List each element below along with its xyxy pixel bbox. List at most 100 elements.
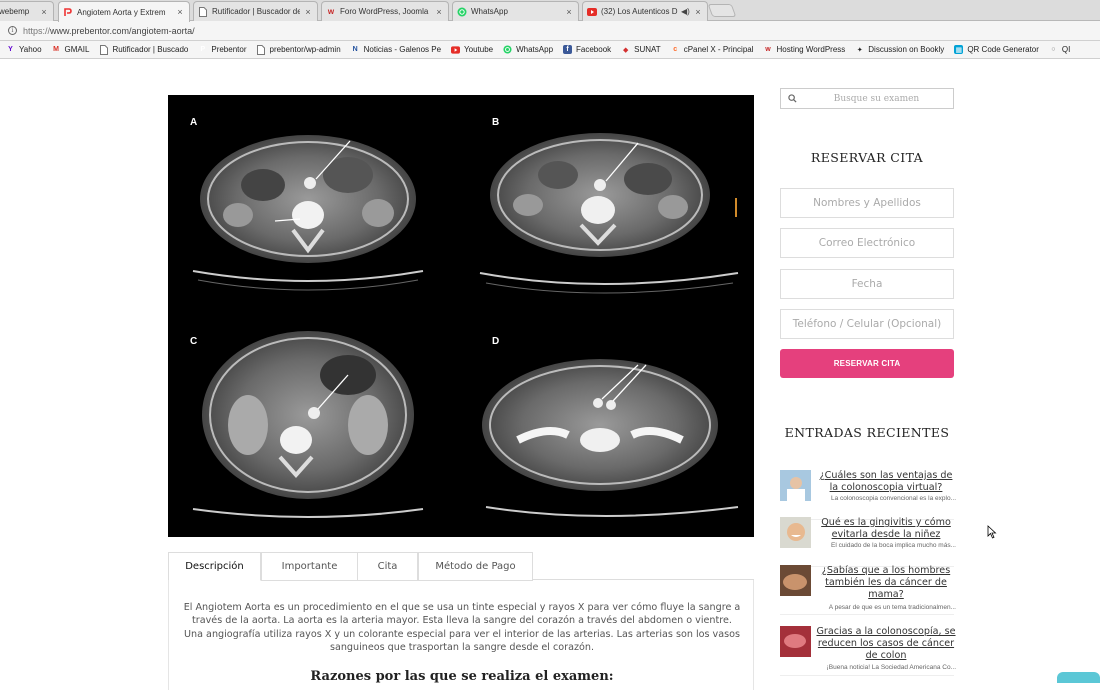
ct-scan-illustration (192, 133, 739, 518)
info-icon[interactable]: i (8, 26, 17, 35)
recent-post-4[interactable]: Gracias a la colonoscopía, se reducen lo… (780, 626, 956, 676)
bookmark-4[interactable]: prebentor/wp-admin (257, 44, 341, 55)
browser-tab-2[interactable]: Angiotem Aorta y Extrem × (58, 1, 190, 22)
youtube-icon (587, 7, 597, 17)
post-title[interactable]: Gracias a la colonoscopía, se reducen lo… (816, 626, 956, 662)
bookmark-9[interactable]: ◆ SUNAT (621, 45, 661, 54)
page-body: A B C D Descripción Importante Cita Méto… (0, 60, 1100, 690)
youtube-icon (451, 45, 461, 54)
name-field[interactable]: Nombres y Apellidos (780, 188, 954, 218)
bookmark-1[interactable]: M GMAIL (52, 45, 89, 54)
recent-post-3[interactable]: ¿Sabías que a los hombres también les da… (780, 565, 956, 615)
post-excerpt: La colonoscopia convencional es la explo… (830, 495, 956, 502)
page-icon (257, 44, 266, 55)
browser-tab-1[interactable]: webemp × (0, 1, 54, 21)
speaker-icon[interactable]: ◀) (681, 7, 690, 16)
search-input[interactable]: Busque su examen (800, 94, 953, 104)
phone-field[interactable]: Teléfono / Celular (Opcional) (780, 309, 954, 339)
browser-tab-6[interactable]: (32) Los Autenticos D ◀) × (582, 1, 708, 21)
bookmark-7[interactable]: WhatsApp (503, 45, 553, 54)
news-icon: N (352, 46, 358, 53)
sunat-icon: ◆ (622, 46, 629, 54)
tab-label: webemp (0, 7, 30, 16)
bookmark-10[interactable]: c cPanel X - Principal (671, 45, 754, 54)
bookmark-0[interactable]: Y Yahoo (6, 45, 41, 54)
bookmark-label: SUNAT (634, 45, 661, 54)
tab-label: WhatsApp (471, 7, 508, 16)
panel-label-a: A (190, 117, 198, 128)
search-icon (788, 90, 800, 108)
reserve-title: RESERVAR CITA (810, 150, 924, 165)
bookmark-label: Youtube (464, 45, 494, 54)
post-title[interactable]: ¿Sabías que a los hombres también les da… (816, 565, 956, 601)
recent-post-1[interactable]: ¿Cuáles son las ventajas de la colonosco… (780, 470, 956, 520)
recent-post-2[interactable]: Qué es la gingivitis y cómo evitarla des… (780, 517, 956, 567)
mouse-cursor-icon (987, 525, 997, 539)
tab-cita[interactable]: Cita (357, 552, 418, 581)
browser-tab-5[interactable]: WhatsApp × (452, 1, 579, 21)
close-icon[interactable]: × (434, 7, 444, 17)
close-icon[interactable]: × (303, 7, 313, 17)
post-excerpt: El cuidado de la boca implica mucho más.… (830, 542, 956, 549)
bookmark-label: QI (1061, 45, 1071, 54)
hero-ct-scan-image: A B C D (168, 95, 754, 537)
chat-widget-button[interactable] (1057, 672, 1100, 683)
razones-heading: Razones por las que se realiza el examen… (310, 669, 614, 684)
url-protocol: https:// (23, 25, 51, 36)
url-path: www.prebentor.com/angiotem-aorta/ (50, 25, 195, 36)
new-tab-button[interactable] (707, 4, 737, 17)
close-icon[interactable]: × (693, 7, 703, 17)
bookmarks-bar: Y Yahoo M GMAIL Rutificador | Buscado P Preben… (0, 41, 1100, 59)
close-icon[interactable]: × (39, 7, 49, 17)
post-excerpt: ¡Buena noticia! La Sociedad Americana Co… (826, 664, 956, 671)
tab-label: (32) Los Autenticos D (601, 7, 678, 16)
prebentor-icon (63, 7, 73, 17)
bookmark-5[interactable]: N Noticias - Galenos Pe (351, 45, 441, 54)
reserve-button[interactable]: RESERVAR CITA (780, 349, 954, 378)
panel-label-d: D (492, 336, 500, 347)
tab-metodo-de-pago[interactable]: Método de Pago (418, 552, 533, 581)
email-field[interactable]: Correo Electrónico (780, 228, 954, 258)
bookmark-label: WhatsApp (516, 45, 554, 54)
cpanel-icon: c (673, 46, 678, 53)
bookmark-12[interactable]: ✦ Discussion on Bookly (855, 45, 944, 54)
bookmark-6[interactable]: Youtube (451, 45, 493, 54)
hosting-icon: w (765, 46, 771, 53)
page-icon (99, 44, 108, 55)
bookmark-label: cPanel X - Principal (683, 45, 754, 54)
post-thumbnail[interactable] (780, 626, 811, 657)
bookmark-14[interactable]: ○ QI (1049, 45, 1070, 54)
bookmark-label: Hosting WordPress (776, 45, 846, 54)
bookly-icon: ✦ (856, 46, 863, 54)
gmail-icon: M (53, 46, 59, 53)
post-title[interactable]: ¿Cuáles son las ventajas de la colonosco… (816, 470, 956, 494)
whatsapp-icon (503, 45, 512, 54)
url-text[interactable]: https://www.prebentor.com/angiotem-aorta… (23, 26, 195, 36)
prebentor-icon: P (200, 46, 206, 53)
close-icon[interactable]: × (564, 7, 574, 17)
close-icon[interactable]: × (175, 7, 185, 17)
tab-label: Foro WordPress, Joomla (340, 7, 429, 16)
address-bar[interactable]: i https://www.prebentor.com/angiotem-aor… (0, 21, 1100, 41)
bookmark-label: Facebook (576, 45, 612, 54)
bookmark-2[interactable]: Rutificador | Buscado (99, 44, 188, 55)
tab-importante[interactable]: Importante (261, 552, 358, 581)
bookmark-8[interactable]: f Facebook (563, 45, 611, 54)
bookmark-3[interactable]: P Prebentor (198, 45, 247, 54)
browser-tab-3[interactable]: Rutificador | Buscador de × (193, 1, 318, 21)
bookmark-11[interactable]: w Hosting WordPress (764, 45, 846, 54)
bookmark-label: Prebentor (211, 45, 247, 54)
globe-icon: ○ (1051, 46, 1056, 53)
panel-label-b: B (492, 117, 500, 128)
whatsapp-icon (457, 7, 467, 17)
browser-tab-4[interactable]: w Foro WordPress, Joomla × (321, 1, 449, 21)
post-title[interactable]: Qué es la gingivitis y cómo evitarla des… (816, 517, 956, 541)
bookmark-13[interactable]: ▦ QR Code Generator (954, 45, 1039, 54)
search-box[interactable]: Busque su examen (780, 88, 954, 109)
post-thumbnail[interactable] (780, 565, 811, 596)
content-tabs: Descripción Importante Cita Método de Pa… (168, 552, 754, 581)
bookmark-label: QR Code Generator (967, 45, 1039, 54)
date-field[interactable]: Fecha (780, 269, 954, 299)
tab-descripcion[interactable]: Descripción (168, 552, 261, 581)
browser-tab-strip: webemp × Angiotem Aorta y Extrem × Rutif… (0, 0, 1100, 22)
